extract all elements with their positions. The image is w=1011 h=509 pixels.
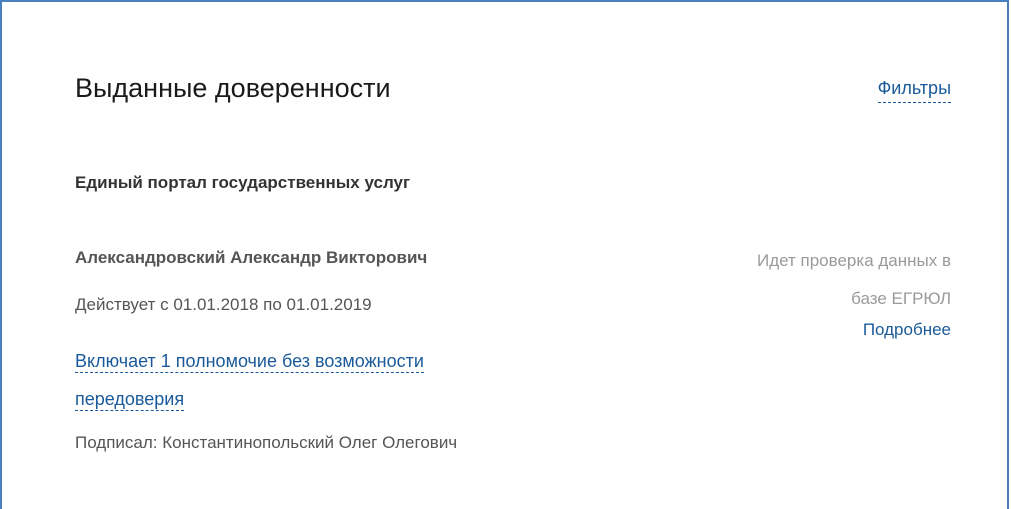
organization-name: Единый портал государственных услуг — [75, 173, 411, 192]
powers-link[interactable]: Включает 1 полномочие без возможности пе… — [75, 342, 545, 418]
person-name: Александровский Александр Викторович — [75, 248, 428, 267]
powers-link-line1[interactable]: Включает 1 полномочие без возможности — [75, 351, 424, 373]
status-line2: базе ЕГРЮЛ — [851, 289, 951, 308]
status-text: Идет проверка данных в базе ЕГРЮЛ — [651, 242, 951, 318]
validity-period: Действует с 01.01.2018 по 01.01.2019 — [75, 295, 372, 314]
page-title: Выданные доверенности — [75, 73, 391, 103]
powers-of-attorney-card: Выданные доверенности Фильтры Единый пор… — [0, 0, 1009, 509]
powers-link-line2[interactable]: передоверия — [75, 389, 185, 411]
status-line1: Идет проверка данных в — [756, 251, 951, 270]
filters-link[interactable]: Фильтры — [877, 76, 951, 103]
details-link[interactable]: Подробнее — [863, 319, 951, 341]
signed-by: Подписал: Константинопольский Олег Олего… — [75, 433, 458, 452]
